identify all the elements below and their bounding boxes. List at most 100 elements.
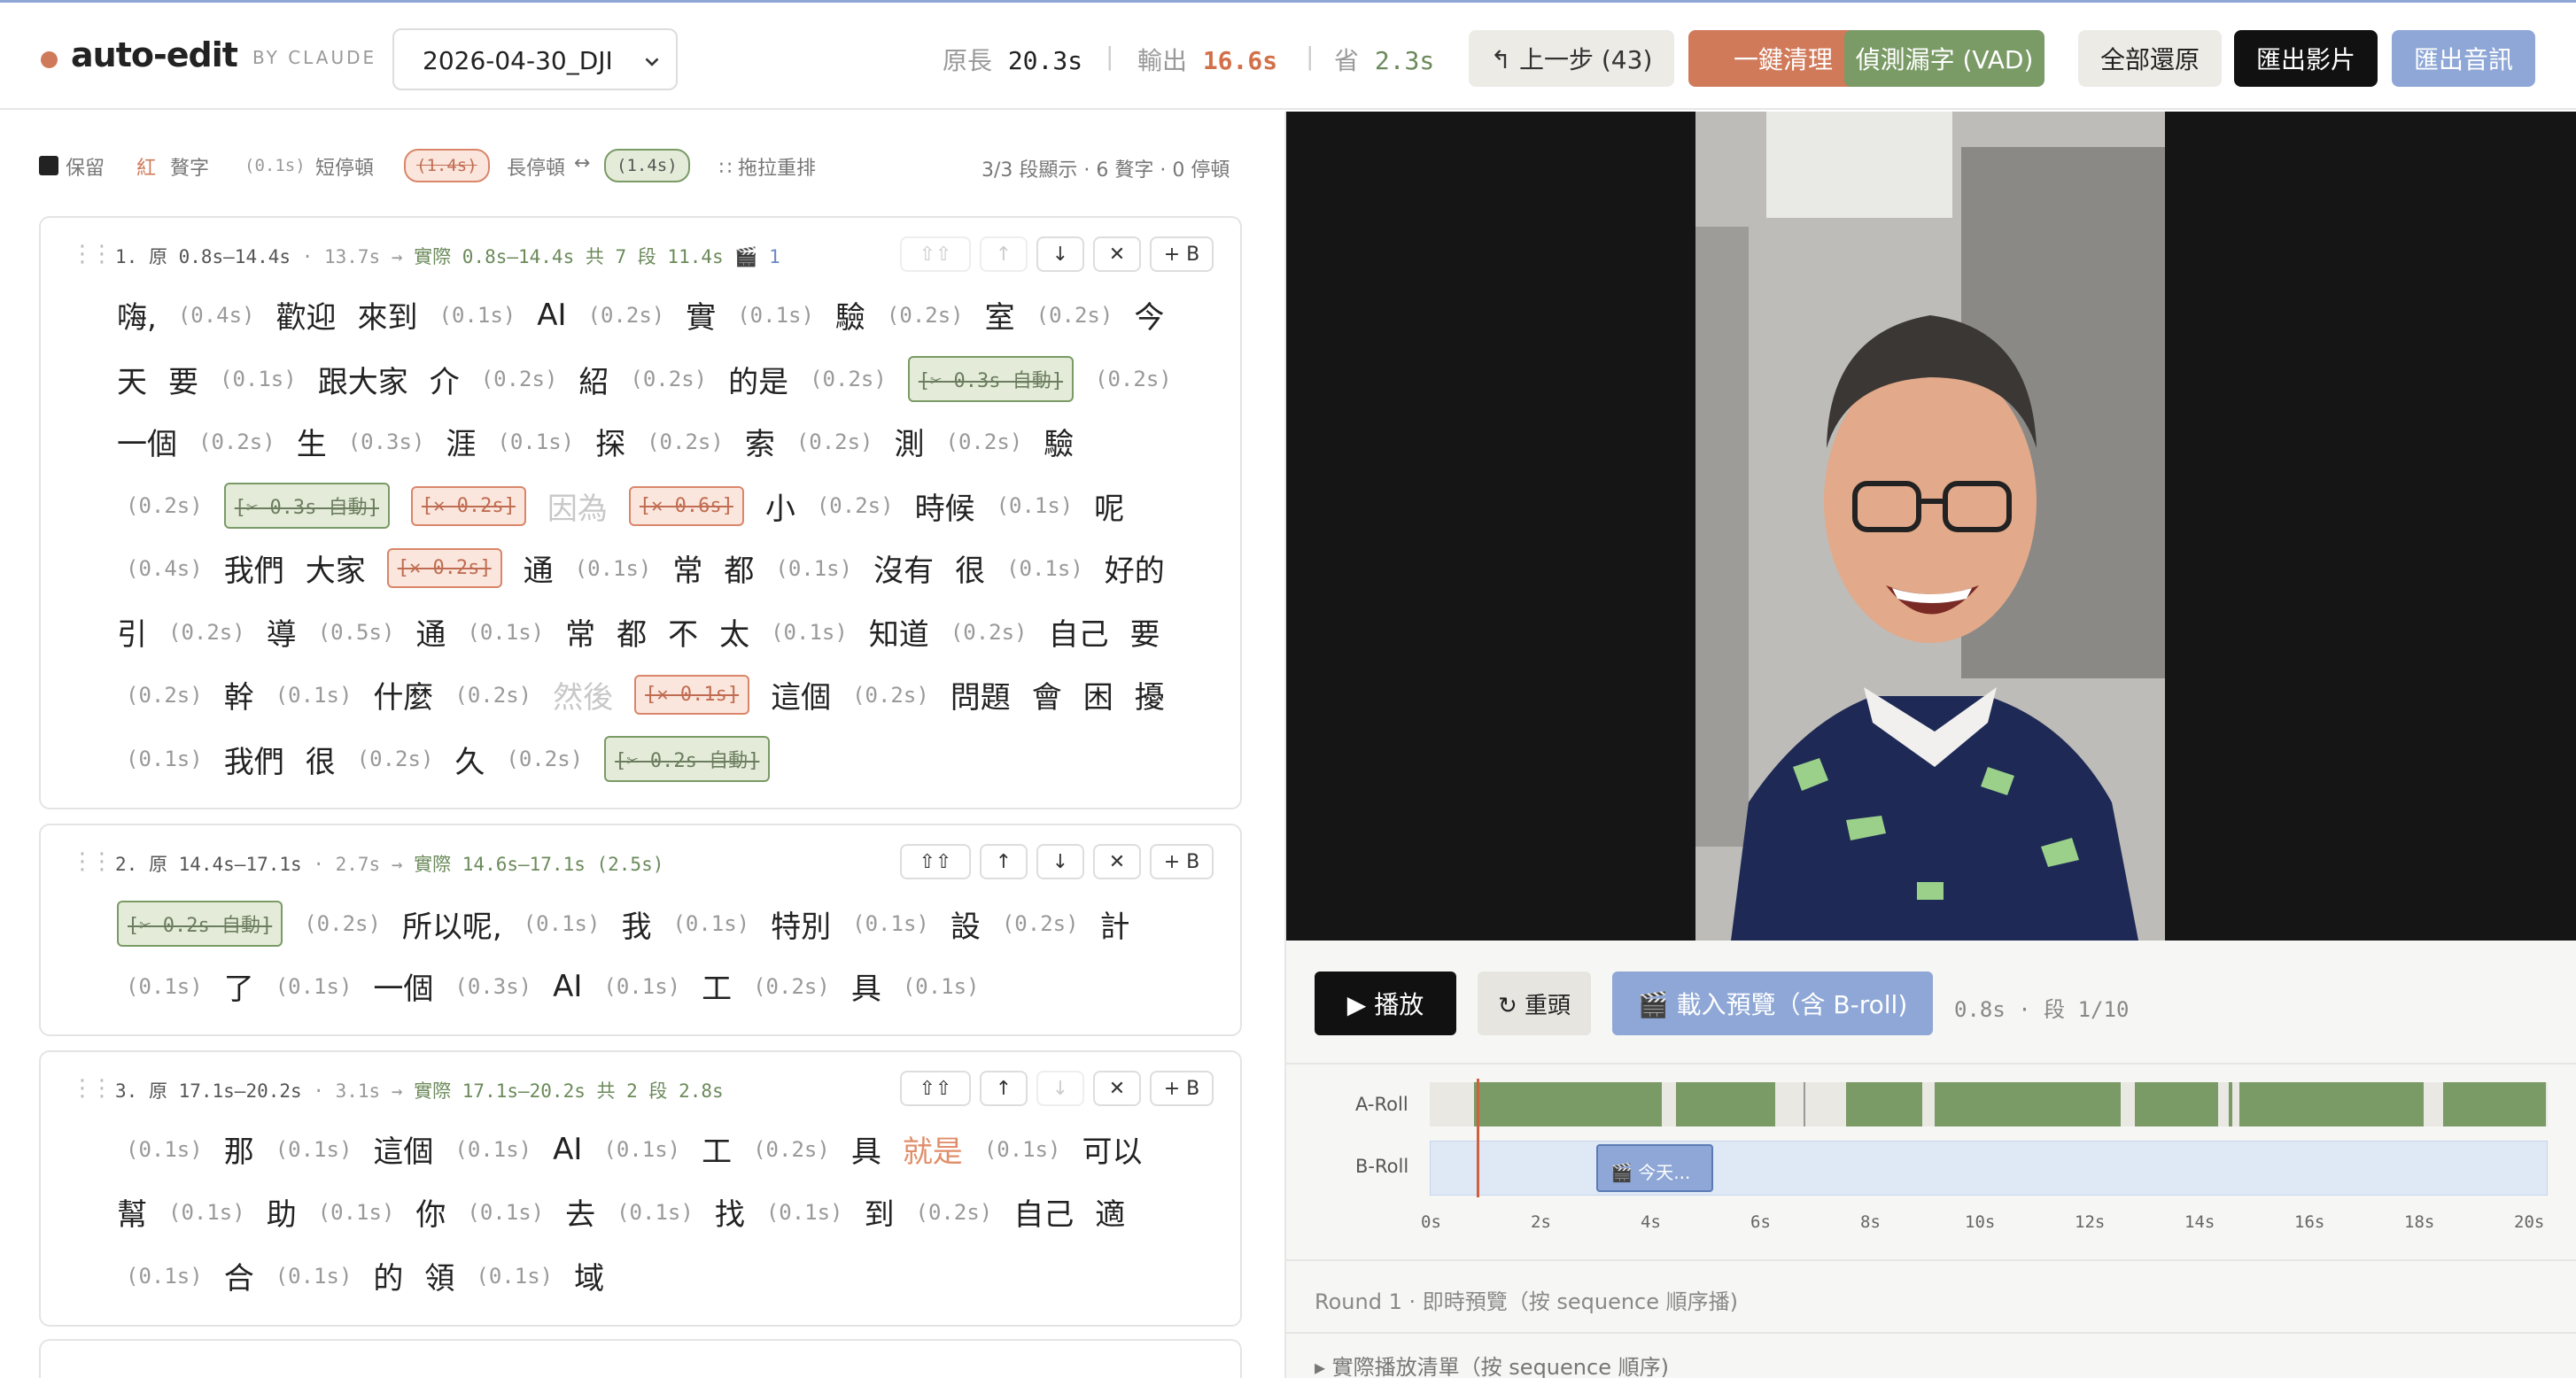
- pause-token[interactable]: (0.2s): [946, 430, 1023, 454]
- a-roll-segment[interactable]: [1846, 1082, 1922, 1126]
- pause-token[interactable]: (0.1s): [275, 683, 353, 708]
- word-token[interactable]: 知道: [869, 610, 929, 654]
- word-token[interactable]: 自己: [1013, 1190, 1074, 1234]
- word-token[interactable]: 領: [424, 1254, 454, 1297]
- load-preview-broll-button[interactable]: 🎬 載入預覽（含 B-roll): [1612, 972, 1933, 1035]
- pause-token[interactable]: (0.1s): [476, 1264, 553, 1289]
- word-token[interactable]: 驗: [835, 293, 865, 337]
- pause-token[interactable]: (0.1s): [220, 367, 297, 391]
- pause-token[interactable]: (0.1s): [617, 1200, 694, 1225]
- word-token[interactable]: 什麼: [373, 673, 433, 716]
- word-token[interactable]: 沒有: [873, 546, 934, 590]
- word-token[interactable]: 呢: [1094, 484, 1124, 528]
- word-token[interactable]: 介: [430, 358, 460, 401]
- word-token[interactable]: 找: [715, 1190, 745, 1234]
- pause-token[interactable]: (0.2s): [588, 303, 665, 328]
- move-down-button[interactable]: ↓: [1036, 844, 1084, 879]
- pause-token[interactable]: (0.2s): [357, 747, 434, 771]
- word-token[interactable]: 我: [621, 902, 651, 946]
- pause-token[interactable]: (0.2s): [852, 683, 929, 708]
- pause-token[interactable]: (0.1s): [771, 620, 848, 645]
- word-token[interactable]: 今: [1134, 293, 1164, 337]
- pause-token[interactable]: (0.2s): [304, 911, 381, 936]
- pause-token[interactable]: (0.1s): [903, 974, 980, 999]
- word-token[interactable]: AI: [553, 969, 582, 1004]
- pause-token[interactable]: (0.1s): [318, 1200, 395, 1225]
- move-to-top-button[interactable]: ⇧⇧: [900, 236, 971, 272]
- add-broll-button[interactable]: + B: [1150, 1071, 1214, 1106]
- project-select[interactable]: 2026-04-30_DJI: [392, 28, 678, 90]
- a-roll-segment[interactable]: [2443, 1082, 2546, 1126]
- pause-token[interactable]: (0.1s): [775, 556, 852, 581]
- word-token[interactable]: 可以: [1082, 1127, 1143, 1171]
- pause-token[interactable]: (0.1s): [467, 620, 544, 645]
- word-token[interactable]: 跟大家: [318, 358, 408, 401]
- pause-token[interactable]: (0.2s): [647, 430, 724, 454]
- word-token[interactable]: 的: [373, 1254, 403, 1297]
- delete-segment-button[interactable]: ✕: [1093, 236, 1141, 272]
- word-token[interactable]: 具: [851, 1127, 881, 1171]
- pause-token[interactable]: (0.1s): [126, 974, 203, 999]
- detect-missing-vad-button[interactable]: 偵測漏字 (VAD): [1844, 30, 2045, 87]
- move-up-button[interactable]: ↑: [980, 844, 1028, 879]
- removed-filler-word[interactable]: 然後: [553, 673, 613, 716]
- export-audio-button[interactable]: 匯出音訊: [2392, 30, 2535, 87]
- word-token[interactable]: 常: [672, 546, 702, 590]
- pause-token[interactable]: (0.2s): [817, 493, 894, 518]
- word-token[interactable]: 你: [415, 1190, 446, 1234]
- pause-token[interactable]: (0.2s): [481, 367, 558, 391]
- a-roll-segment[interactable]: [2229, 1082, 2232, 1126]
- word-token[interactable]: 幫: [117, 1190, 147, 1234]
- pause-token[interactable]: (0.2s): [887, 303, 964, 328]
- pause-token[interactable]: (0.2s): [753, 1137, 830, 1162]
- word-token[interactable]: 探: [595, 420, 625, 463]
- word-token[interactable]: 助: [267, 1190, 297, 1234]
- pause-token[interactable]: (0.2s): [454, 683, 531, 708]
- word-token[interactable]: 要: [1130, 610, 1160, 654]
- auto-cut-chip[interactable]: [✂ 0.3s 自動]: [907, 356, 1075, 402]
- pause-token[interactable]: (0.1s): [126, 1137, 203, 1162]
- pause-token[interactable]: (0.1s): [467, 1200, 544, 1225]
- word-token[interactable]: 索: [745, 420, 775, 463]
- pause-token[interactable]: (0.3s): [454, 974, 531, 999]
- word-token[interactable]: 這個: [771, 673, 831, 716]
- pause-token[interactable]: (0.1s): [439, 303, 516, 328]
- word-token[interactable]: 都: [724, 546, 754, 590]
- pause-token[interactable]: (0.1s): [168, 1200, 245, 1225]
- pause-token[interactable]: (0.3s): [348, 430, 425, 454]
- pause-token[interactable]: (0.2s): [198, 430, 275, 454]
- word-token[interactable]: 我們: [224, 738, 284, 781]
- word-token[interactable]: 域: [574, 1254, 604, 1297]
- word-token[interactable]: 嗨,: [117, 293, 157, 337]
- pause-token[interactable]: (0.4s): [178, 303, 255, 328]
- word-token[interactable]: 很: [955, 546, 985, 590]
- move-up-button[interactable]: ↑: [980, 236, 1028, 272]
- a-roll-segment[interactable]: [1474, 1082, 1662, 1126]
- word-token[interactable]: 引: [117, 610, 147, 654]
- word-token[interactable]: 幹: [224, 673, 254, 716]
- pause-token[interactable]: (0.2s): [126, 683, 203, 708]
- pause-token[interactable]: (0.1s): [126, 747, 203, 771]
- drag-handle-icon[interactable]: ⋮⋮: [71, 241, 113, 267]
- drag-handle-icon[interactable]: ⋮⋮: [71, 1075, 113, 1102]
- pause-token[interactable]: (0.1s): [737, 303, 814, 328]
- pause-token[interactable]: (0.1s): [497, 430, 574, 454]
- word-token[interactable]: 驗: [1044, 420, 1074, 463]
- word-token[interactable]: 常: [565, 610, 595, 654]
- pause-token[interactable]: (0.1s): [275, 974, 353, 999]
- word-token[interactable]: 歡迎: [276, 293, 337, 337]
- pause-token[interactable]: (0.1s): [524, 911, 601, 936]
- word-token[interactable]: 天: [117, 358, 147, 401]
- word-token[interactable]: 的是: [728, 358, 788, 401]
- pause-token[interactable]: (0.2s): [630, 367, 707, 391]
- word-token[interactable]: 實: [686, 293, 716, 337]
- word-token[interactable]: 這個: [373, 1127, 433, 1171]
- delete-segment-button[interactable]: ✕: [1093, 844, 1141, 879]
- word-token[interactable]: 會: [1032, 673, 1062, 716]
- pause-token[interactable]: (0.2s): [950, 620, 1028, 645]
- word-token[interactable]: 都: [617, 610, 647, 654]
- word-token[interactable]: 要: [168, 358, 198, 401]
- pause-token[interactable]: (0.2s): [126, 493, 203, 518]
- pause-token[interactable]: (0.2s): [506, 747, 583, 771]
- removed-pause-chip[interactable]: [✕ 0.6s]: [628, 485, 744, 526]
